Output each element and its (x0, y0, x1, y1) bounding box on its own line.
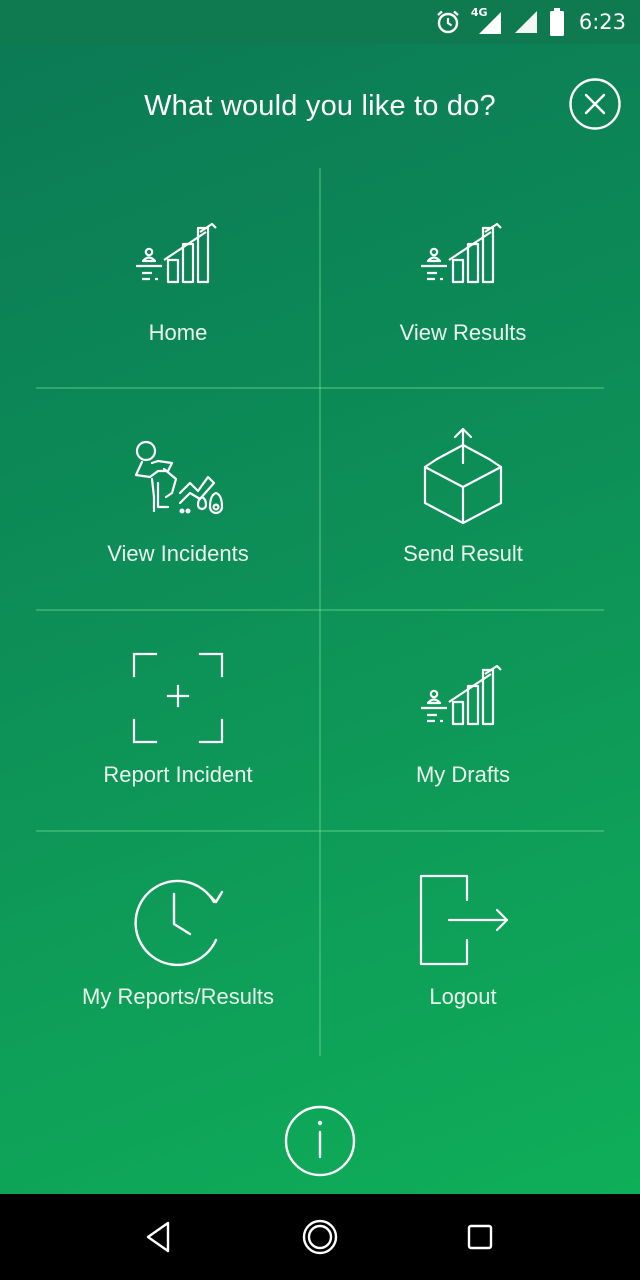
status-icons: 4G 6:23 (435, 0, 626, 44)
menu-panel: What would you like to do? Home View Res… (0, 44, 640, 1194)
menu-item-report-incident[interactable]: Report Incident (36, 610, 320, 832)
chart-growth-icon (136, 222, 217, 284)
signal-icon (478, 12, 501, 34)
chart-growth-icon (421, 664, 502, 726)
alarm-icon (437, 10, 459, 34)
menu-item-label: Send Result (403, 541, 523, 566)
close-icon[interactable] (569, 78, 621, 130)
menu-item-view-results[interactable]: View Results (321, 168, 605, 390)
logout-icon (419, 874, 509, 966)
status-bar: 4G 6:23 (0, 0, 640, 44)
home-icon[interactable] (297, 1214, 343, 1260)
menu-item-label: My Reports/Results (82, 984, 274, 1009)
info-icon[interactable] (284, 1105, 356, 1177)
menu-title: What would you like to do? (144, 90, 496, 122)
menu-item-my-drafts[interactable]: My Drafts (321, 610, 605, 832)
recents-icon[interactable] (457, 1214, 503, 1260)
worker-incident-icon (134, 440, 224, 515)
chart-growth-icon (421, 222, 502, 284)
menu-item-label: Logout (429, 984, 497, 1009)
menu-item-label: View Results (399, 320, 527, 345)
menu-item-logout[interactable]: Logout (321, 832, 605, 1054)
menu-item-label: Report Incident (103, 762, 253, 787)
menu-grid: Home View Results View Incidents Send Re… (36, 168, 604, 1056)
signal-icon (514, 11, 537, 33)
navigation-bar (0, 1194, 640, 1280)
clock-history-icon (134, 879, 224, 967)
scan-plus-icon (132, 652, 224, 744)
menu-item-label: View Incidents (107, 541, 249, 566)
menu-item-view-incidents[interactable]: View Incidents (36, 389, 320, 611)
box-upload-icon (423, 427, 503, 525)
battery-icon (549, 8, 564, 36)
menu-item-send-result[interactable]: Send Result (321, 389, 605, 611)
menu-item-my-reports-results[interactable]: My Reports/Results (36, 832, 320, 1054)
status-time: 6:23 (578, 10, 626, 34)
screen: 4G 6:23 What would you like to do? Home … (0, 0, 640, 1280)
menu-item-home[interactable]: Home (36, 168, 320, 390)
signal-4g: 4G (471, 6, 503, 36)
back-icon[interactable] (136, 1214, 182, 1260)
menu-item-label: My Drafts (415, 762, 511, 787)
menu-item-label: Home (148, 320, 208, 345)
